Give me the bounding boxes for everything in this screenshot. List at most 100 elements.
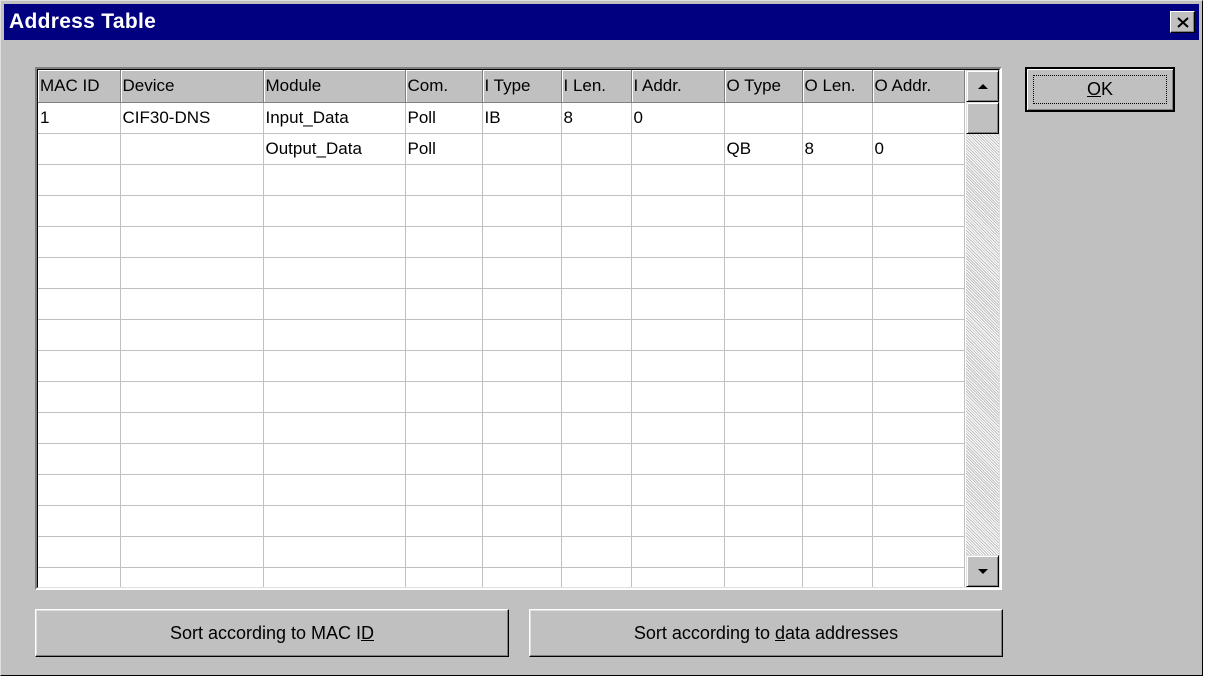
table-cell[interactable] [38,381,121,413]
scroll-down-button[interactable] [966,555,999,587]
table-cell[interactable] [38,567,121,587]
table-cell[interactable] [724,195,803,227]
table-cell[interactable] [802,505,873,537]
table-cell[interactable] [802,474,873,506]
table-cell[interactable] [872,102,965,134]
table-cell[interactable] [405,350,483,382]
table-cell[interactable] [482,195,562,227]
table-cell[interactable] [120,257,264,289]
table-cell[interactable] [561,195,632,227]
table-cell[interactable] [482,226,562,258]
table-cell[interactable]: 8 [561,102,632,134]
table-cell[interactable] [631,443,725,475]
table-cell[interactable] [872,319,965,351]
table-cell[interactable] [120,133,264,165]
table-cell[interactable] [38,536,121,568]
table-cell[interactable] [482,474,562,506]
table-cell[interactable] [120,567,264,587]
empty-row[interactable] [38,319,965,351]
table-cell[interactable] [724,164,803,196]
table-row[interactable]: 1 CIF30-DNS Input_Data Poll IB 8 0 [38,102,965,134]
ok-button[interactable]: OK [1025,67,1175,112]
table-cell[interactable]: IB [482,102,562,134]
table-cell[interactable] [631,164,725,196]
table-cell[interactable] [405,288,483,320]
table-cell[interactable] [802,350,873,382]
table-cell[interactable] [405,164,483,196]
close-button[interactable] [1170,11,1195,33]
table-cell[interactable] [405,412,483,444]
table-cell[interactable] [482,443,562,475]
table-cell[interactable]: Output_Data [263,133,406,165]
table-cell[interactable] [631,226,725,258]
vertical-scrollbar[interactable] [966,70,999,587]
table-cell[interactable] [802,443,873,475]
table-cell[interactable] [561,536,632,568]
table-cell[interactable] [724,443,803,475]
table-cell[interactable] [872,257,965,289]
table-cell[interactable] [802,226,873,258]
table-cell[interactable] [631,195,725,227]
table-cell[interactable] [482,536,562,568]
table-cell[interactable] [631,505,725,537]
scroll-thumb[interactable] [966,102,999,134]
table-cell[interactable]: QB [724,133,803,165]
table-cell[interactable] [120,350,264,382]
table-cell[interactable] [38,319,121,351]
table-cell[interactable] [120,505,264,537]
table-cell[interactable] [482,505,562,537]
table-cell[interactable] [872,474,965,506]
table-cell[interactable] [120,474,264,506]
empty-row[interactable] [38,226,965,258]
table-cell[interactable] [405,443,483,475]
table-cell[interactable] [802,381,873,413]
table-cell[interactable] [405,195,483,227]
table-cell[interactable] [263,288,406,320]
column-header[interactable]: Device [120,70,264,103]
table-cell[interactable] [263,164,406,196]
table-cell[interactable] [631,474,725,506]
table-cell[interactable] [872,412,965,444]
table-cell[interactable]: 0 [631,102,725,134]
empty-row[interactable] [38,474,965,506]
table-cell[interactable] [38,133,121,165]
table-cell[interactable] [631,319,725,351]
table-cell[interactable] [724,567,803,587]
column-header[interactable]: O Type [724,70,803,103]
empty-row[interactable] [38,288,965,320]
table-cell[interactable] [561,288,632,320]
table-cell[interactable] [120,443,264,475]
table-cell[interactable] [802,257,873,289]
table-cell[interactable] [120,288,264,320]
table-cell[interactable]: Poll [405,133,483,165]
table-cell[interactable] [38,474,121,506]
table-cell[interactable] [120,195,264,227]
table-cell[interactable] [872,536,965,568]
table-cell[interactable] [405,505,483,537]
table-cell[interactable] [263,195,406,227]
table-cell[interactable] [631,350,725,382]
table-cell[interactable]: Poll [405,102,483,134]
table-cell[interactable] [405,381,483,413]
table-cell[interactable] [405,567,483,587]
table-cell[interactable] [405,226,483,258]
table-cell[interactable] [872,567,965,587]
column-header[interactable]: O Len. [802,70,873,103]
table-cell[interactable] [38,195,121,227]
table-cell[interactable] [724,505,803,537]
table-cell[interactable] [561,133,632,165]
table-cell[interactable] [724,288,803,320]
table-cell[interactable] [724,102,803,134]
table-cell[interactable] [802,412,873,444]
table-cell[interactable] [802,319,873,351]
table-cell[interactable] [405,536,483,568]
empty-row[interactable] [38,195,965,227]
empty-row[interactable] [38,381,965,413]
table-cell[interactable] [561,505,632,537]
table-cell[interactable] [120,381,264,413]
table-cell[interactable] [872,350,965,382]
table-cell[interactable] [631,412,725,444]
table-row[interactable]: Output_Data Poll QB 8 0 [38,133,965,165]
empty-row[interactable] [38,350,965,382]
column-header[interactable]: Com. [405,70,483,103]
